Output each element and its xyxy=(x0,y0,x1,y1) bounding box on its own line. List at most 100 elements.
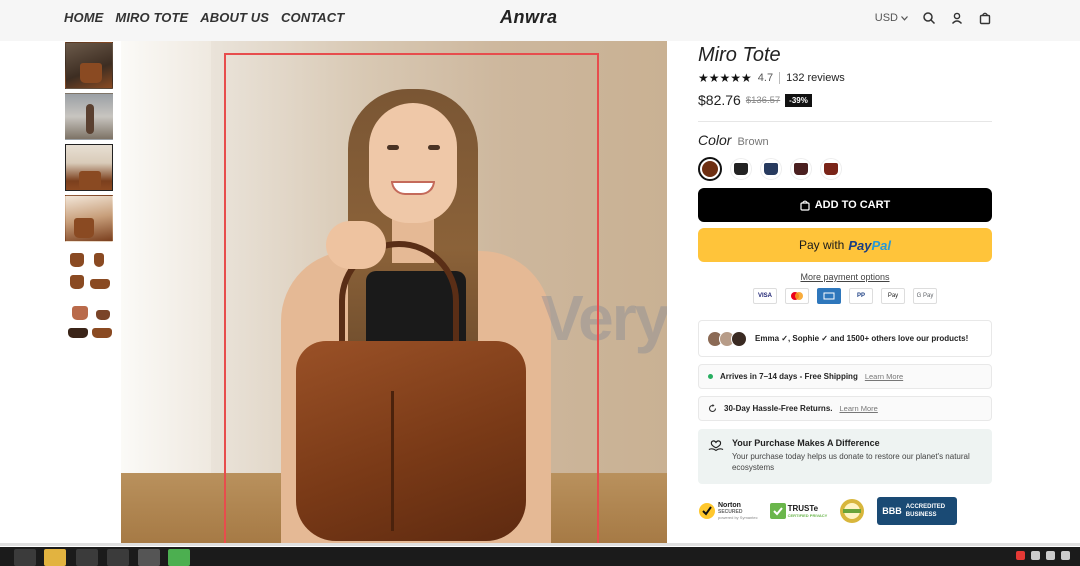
swatch-red-brown[interactable] xyxy=(820,158,842,180)
taskbar-folder-icon[interactable] xyxy=(44,549,66,566)
nav-contact[interactable]: CONTACT xyxy=(281,10,344,25)
review-count[interactable]: 132 reviews xyxy=(786,72,845,84)
amex-icon xyxy=(817,288,841,304)
social-proof-card: Emma ✓, Sophie ✓ and 1500+ others love o… xyxy=(698,320,992,357)
customer-avatars xyxy=(707,330,747,347)
thumbnail-3[interactable] xyxy=(65,144,113,191)
shipping-label: Arrives in 7–14 days - Free Shipping xyxy=(720,372,858,381)
tray-icon[interactable] xyxy=(1061,551,1070,560)
os-taskbar xyxy=(0,547,1080,566)
product-title: Miro Tote xyxy=(698,44,781,66)
thumbnail-4[interactable] xyxy=(65,195,113,242)
product-info-panel: Miro Tote ★★★★★ 4.7 132 reviews $82.76 $… xyxy=(698,44,992,525)
trust-badges: Norton SECURED powered by Symantec TRUST… xyxy=(698,497,992,525)
thumbnail-2[interactable] xyxy=(65,93,113,140)
account-icon[interactable] xyxy=(950,11,964,25)
status-dot-icon xyxy=(708,374,713,379)
swatch-navy[interactable] xyxy=(760,158,782,180)
rating-row[interactable]: ★★★★★ 4.7 132 reviews xyxy=(698,71,992,85)
paypal-logo-icon: PayPal xyxy=(848,238,891,253)
add-to-cart-label: ADD TO CART xyxy=(814,199,891,211)
impact-card: Your Purchase Makes A Difference Your pu… xyxy=(698,429,992,484)
rating-value: 4.7 xyxy=(757,72,774,84)
brand-logo[interactable]: Anwra xyxy=(500,7,558,28)
nav-miro-tote[interactable]: MIRO TOTE xyxy=(115,10,188,25)
impact-title: Your Purchase Makes A Difference xyxy=(731,438,880,448)
taskbar-chrome-icon[interactable] xyxy=(76,549,98,566)
google-pay-icon: G Pay xyxy=(913,288,937,304)
selection-outline xyxy=(224,53,599,546)
divider xyxy=(698,121,992,122)
social-proof-text: Emma ✓, Sophie ✓ and 1500+ others love o… xyxy=(755,334,969,343)
norton-check-icon xyxy=(699,503,715,519)
paypal-prefix: Pay with xyxy=(798,238,845,252)
color-value: Brown xyxy=(737,136,769,148)
shopping-bag-icon xyxy=(800,200,810,211)
swatch-black[interactable] xyxy=(730,158,752,180)
norton-badge: Norton SECURED powered by Symantec xyxy=(698,502,758,520)
taskbar-app-icon[interactable] xyxy=(168,549,190,566)
returns-info: 30-Day Hassle-Free Returns. Learn More xyxy=(698,396,992,421)
paypal-logo-pay: Pay xyxy=(848,237,872,253)
hands-heart-icon xyxy=(708,440,724,452)
taskbar-chrome-icon[interactable] xyxy=(107,549,129,566)
main-nav: HOME MIRO TOTE ABOUT US CONTACT xyxy=(64,10,344,25)
color-option-header: Color Brown xyxy=(698,132,992,148)
truste-sub: CERTIFIED PRIVACY xyxy=(787,513,828,518)
currency-label: USD xyxy=(874,12,898,24)
norton-text: Norton xyxy=(718,502,741,509)
tray-icon[interactable] xyxy=(1046,551,1055,560)
thumbnail-gallery xyxy=(65,42,115,348)
price-row: $82.76 $136.57 -39% xyxy=(698,92,992,108)
impact-text: Your purchase today helps us donate to r… xyxy=(731,452,970,472)
apple-pay-icon: Pay xyxy=(881,288,905,304)
page-bottom-border xyxy=(0,543,1080,546)
discount-badge: -39% xyxy=(785,93,812,107)
avatar xyxy=(731,330,747,347)
paypal-small-icon: PP xyxy=(849,288,873,304)
guarantee-seal-icon xyxy=(840,499,865,523)
thumbnail-6[interactable] xyxy=(65,297,113,344)
truste-icon xyxy=(769,503,786,519)
visa-icon: VISA xyxy=(753,288,777,304)
system-tray xyxy=(1016,551,1070,560)
color-label: Color xyxy=(698,132,732,148)
cart-icon[interactable] xyxy=(978,11,992,25)
truste-text: TRUSTe xyxy=(787,504,819,513)
sale-price: $82.76 xyxy=(698,92,741,108)
nav-about-us[interactable]: ABOUT US xyxy=(200,10,269,25)
paypal-button[interactable]: Pay with PayPal xyxy=(698,228,992,262)
more-payment-options-link[interactable]: More payment options xyxy=(698,272,992,282)
returns-learn-more-link[interactable]: Learn More xyxy=(840,404,878,413)
shipping-learn-more-link[interactable]: Learn More xyxy=(865,372,903,381)
search-icon[interactable] xyxy=(922,11,936,25)
bbb-badge: BBB ACCREDITED BUSINESS xyxy=(877,497,957,525)
nav-home[interactable]: HOME xyxy=(64,10,103,25)
swatch-burgundy[interactable] xyxy=(790,158,812,180)
bbb-text: ACCREDITED BUSINESS xyxy=(905,504,946,518)
color-swatches xyxy=(698,156,992,182)
compare-price: $136.57 xyxy=(745,94,781,106)
tray-icon[interactable] xyxy=(1016,551,1025,560)
currency-selector[interactable]: USD xyxy=(875,12,908,24)
paypal-logo-pal: Pal xyxy=(871,237,891,253)
truste-badge: TRUSTe CERTIFIED PRIVACY xyxy=(769,503,828,519)
header-actions: USD xyxy=(875,11,992,25)
return-arrow-icon xyxy=(708,404,717,413)
bbb-logo: BBB xyxy=(882,506,902,516)
payment-methods: VISA PP Pay G Pay xyxy=(698,288,992,304)
taskbar-app-icon[interactable] xyxy=(14,549,36,566)
taskbar-chrome-icon[interactable] xyxy=(138,549,160,566)
returns-label: 30-Day Hassle-Free Returns. xyxy=(724,404,833,413)
norton-powered: powered by Symantec xyxy=(718,515,758,520)
star-rating-icon: ★★★★★ xyxy=(698,71,752,85)
swatch-brown[interactable] xyxy=(698,157,722,181)
chevron-down-icon xyxy=(901,15,908,21)
site-header: HOME MIRO TOTE ABOUT US CONTACT Anwra US… xyxy=(0,0,1080,41)
shipping-info: Arrives in 7–14 days - Free Shipping Lea… xyxy=(698,364,992,389)
thumbnail-1[interactable] xyxy=(65,42,113,89)
add-to-cart-button[interactable]: ADD TO CART xyxy=(698,188,992,222)
thumbnail-5[interactable] xyxy=(65,246,113,293)
tray-icon[interactable] xyxy=(1031,551,1040,560)
background-window xyxy=(121,41,211,481)
